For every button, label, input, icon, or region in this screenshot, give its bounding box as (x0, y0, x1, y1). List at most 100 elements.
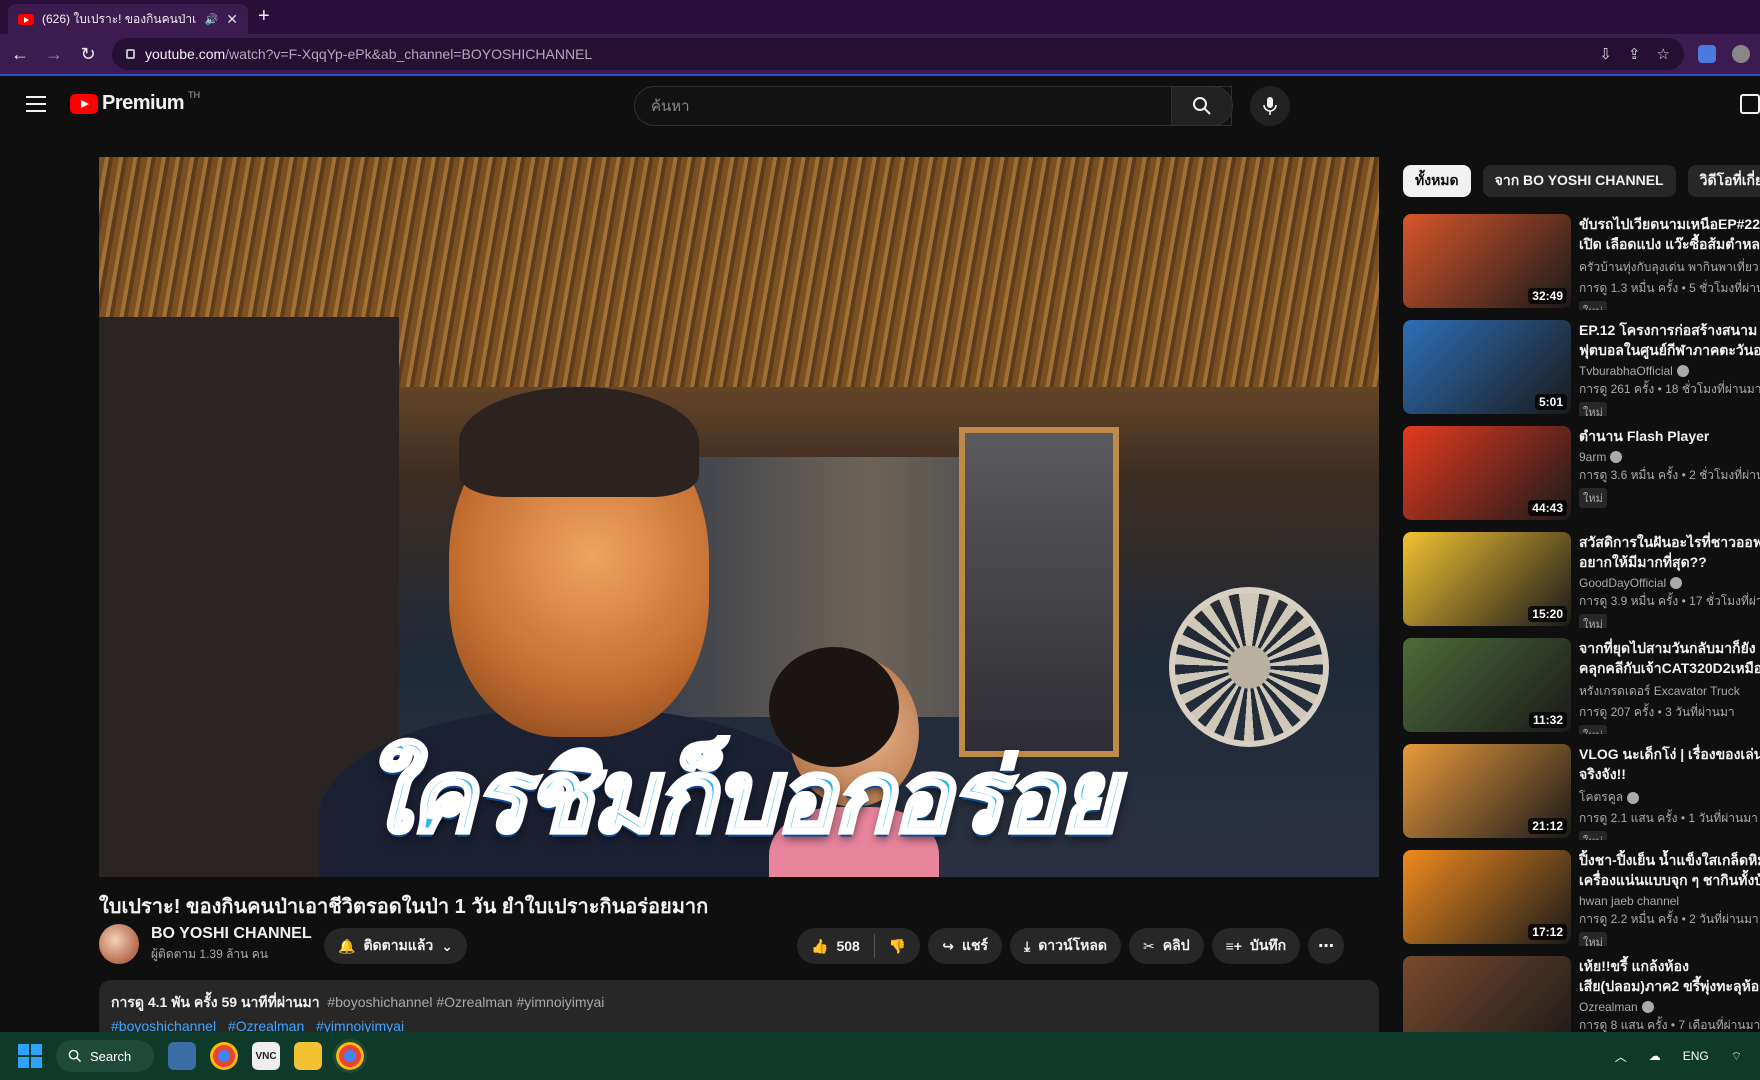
search-icon (68, 1049, 82, 1063)
video-thumbnail[interactable]: 21:12 (1403, 744, 1571, 838)
recommended-video[interactable]: 44:43 ตำนาน Flash Player 9arm การดู 3.6 หมื… (1403, 426, 1760, 522)
profile-icon[interactable] (1732, 45, 1750, 63)
recommended-title-line: ขับรถไปเวียดนามเหนือEP#22 บุก (1579, 216, 1760, 232)
video-duration: 44:43 (1528, 500, 1567, 516)
recommended-title[interactable]: ปิ้งชา-ปิ้งเย็น น้ำแข็งใสเกล็ดหิมะ เครื่อ… (1579, 850, 1760, 890)
install-app-icon[interactable]: ⇩ (1599, 45, 1612, 63)
vnc-icon[interactable]: VNC (252, 1042, 280, 1070)
logo-wordmark: Premium (102, 92, 185, 114)
video-thumbnail[interactable]: 15:20 (1403, 532, 1571, 626)
recommended-video[interactable]: 21:12 VLOG นะเด็กโง่ | เรื่องของเล่น เรื่… (1403, 744, 1760, 840)
recommended-video[interactable]: 32:49 ขับรถไปเวียดนามเหนือEP#22 บุกเปิด เ… (1403, 214, 1760, 310)
save-button[interactable]: ≡+ บันทึก (1211, 928, 1301, 964)
recommended-views: การดู 2.2 หมื่น ครั้ง • 2 วันที่ผ่านมา (1579, 912, 1759, 926)
video-duration: 21:12 (1528, 818, 1567, 834)
new-tab-button[interactable]: + (258, 5, 270, 28)
bookmark-star-icon[interactable]: ☆ (1657, 45, 1670, 63)
dislike-button[interactable]: 👎 (889, 938, 906, 955)
more-actions-button[interactable]: ⋯ (1308, 928, 1345, 964)
youtube-favicon-icon (18, 13, 34, 25)
channel-name[interactable]: BO YOSHI CHANNEL (151, 925, 312, 943)
language-indicator[interactable]: ENG (1683, 1049, 1709, 1063)
video-player[interactable]: ใครชิมก็บอกอร่อย (99, 157, 1379, 877)
wifi-icon[interactable]: ⌔ (1731, 1049, 1742, 1064)
clip-label: คลิป (1162, 937, 1190, 953)
recommended-video[interactable]: 17:12 ปิ้งชา-ปิ้งเย็น น้ำแข็งใสเกล็ดหิมะเ… (1403, 850, 1760, 946)
close-tab-icon[interactable]: ✕ (226, 11, 238, 28)
recommended-channel[interactable]: หรังเกรดเดอร์ Excavator Truck (1579, 682, 1760, 701)
recommended-channel[interactable]: Ozrealman (1579, 1000, 1760, 1014)
like-button[interactable]: 👍 508 (811, 938, 860, 955)
subscriber-count: ผู้ติดตาม 1.39 ล้าน คน (151, 946, 268, 961)
share-icon[interactable]: ⇪ (1628, 45, 1641, 63)
recommended-title[interactable]: จากที่ยุดไปสามวันกลับมาก็ยัง คลุกคลีกับเจ… (1579, 638, 1760, 678)
menu-icon[interactable] (26, 96, 46, 117)
download-button[interactable]: ⤓ ดาวน์โหลด (1010, 928, 1122, 964)
lock-icon[interactable] (126, 49, 135, 59)
video-duration: 11:32 (1528, 712, 1567, 728)
forward-button[interactable]: → (44, 44, 64, 65)
create-icon[interactable] (1740, 94, 1760, 114)
channel-avatar[interactable] (99, 924, 139, 964)
chrome-icon[interactable] (210, 1042, 238, 1070)
recommended-title[interactable]: VLOG นะเด็กโง่ | เรื่องของเล่น เรื่องจริ… (1579, 744, 1760, 784)
chip-related[interactable]: วิดีโอที่เกี่ยวข้อง (1687, 165, 1760, 197)
recommended-channel[interactable]: 9arm (1579, 450, 1760, 464)
recommended-channel[interactable]: TvburabhaOfficial (1579, 364, 1760, 378)
download-label: ดาวน์โหลด (1038, 937, 1108, 953)
recommended-video[interactable]: 5:01 EP.12 โครงการก่อสร้างสนาม ฟุตบอลในศูน… (1403, 320, 1760, 416)
voice-search-button[interactable] (1250, 86, 1290, 126)
video-thumbnail[interactable]: 17:12 (1403, 850, 1571, 944)
clip-button[interactable]: ✂ คลิป (1129, 928, 1204, 964)
file-explorer-icon[interactable] (294, 1042, 322, 1070)
recommended-views: การดู 3.6 หมื่น ครั้ง • 2 ชั่วโมงที่ผ่าน… (1579, 468, 1760, 482)
address-bar[interactable]: youtube.com/watch?v=F-XqqYp-ePk&ab_chann… (112, 38, 1684, 70)
browser-tab[interactable]: (626) ใบเปราะ! ของกินคนป่าเอาชีวิ 🔊 ✕ (8, 4, 248, 34)
recommended-views: การดู 1.3 หมื่น ครั้ง • 5 ชั่วโมงที่ผ่าน… (1579, 281, 1760, 295)
scissors-icon: ✂ (1143, 937, 1155, 954)
chrome-active-icon[interactable] (333, 1039, 367, 1073)
recommended-title[interactable]: ตำนาน Flash Player (1579, 426, 1760, 446)
search-input[interactable] (651, 97, 1231, 115)
recommended-video[interactable]: 11:32 จากที่ยุดไปสามวันกลับมาก็ยัง คลุกคลี… (1403, 638, 1760, 734)
windows-start-icon[interactable] (18, 1044, 42, 1068)
cloud-icon[interactable]: ☁ (1649, 1049, 1661, 1063)
video-thumbnail[interactable]: 5:01 (1403, 320, 1571, 414)
search-button[interactable] (1171, 86, 1233, 126)
share-button[interactable]: ↪ แชร์ (928, 928, 1003, 964)
subscribed-button[interactable]: 🔔 ติดตามแล้ว ⌄ (324, 928, 468, 964)
video-thumbnail[interactable]: 11:32 (1403, 638, 1571, 732)
recommended-channel[interactable]: ครัวบ้านทุ่งกับลุงเด่น พากินพาเที่ยว (1579, 258, 1760, 277)
new-badge: ใหม่ (1579, 614, 1607, 628)
recommended-channel[interactable]: โคตรคูล (1579, 788, 1760, 807)
recommended-video[interactable]: 15:20 สวัสดิการในฝันอะไรที่ชาวออฟฟิศอยากใ… (1403, 532, 1760, 628)
widgets-icon[interactable] (168, 1042, 196, 1070)
chevron-down-icon: ⌄ (441, 937, 454, 954)
recommended-title[interactable]: เห้ย!!ขรี้ แกล้งห้อง เสีย(ปลอม)ภาค2 ขรี้พ… (1579, 956, 1760, 996)
recommended-channel[interactable]: GoodDayOfficial (1579, 576, 1760, 590)
reload-button[interactable]: ↻ (78, 44, 98, 65)
back-button[interactable]: ← (10, 44, 30, 65)
youtube-logo[interactable]: Premium TH (70, 90, 200, 115)
recommended-title-line: เห้ย!!ขรี้ แกล้งห้อง (1579, 958, 1689, 974)
verified-icon (1627, 791, 1640, 804)
chip-all[interactable]: ทั้งหมด (1403, 165, 1471, 197)
recommended-views: การดู 2.1 แสน ครั้ง • 1 วันที่ผ่านมา (1579, 811, 1758, 825)
recommended-title[interactable]: สวัสดิการในฝันอะไรที่ชาวออฟฟิศอยากให้มีม… (1579, 532, 1760, 572)
speaker-icon[interactable]: 🔊 (205, 13, 219, 26)
chevron-up-icon[interactable]: ︿ (1615, 1048, 1627, 1065)
taskbar-search-label: Search (90, 1048, 132, 1064)
video-thumbnail[interactable]: 32:49 (1403, 214, 1571, 308)
video-caption-overlay: ใครชิมก็บอกอร่อย (360, 739, 1120, 855)
chip-from-channel[interactable]: จาก BO YOSHI CHANNEL (1482, 165, 1676, 197)
video-title: ใบเปราะ! ของกินคนป่าเอาชีวิตรอดในป่า 1 ว… (99, 896, 709, 918)
description-box[interactable]: การดู 4.1 พัน ครั้ง 59 นาทีที่ผ่านมา #bo… (99, 980, 1379, 1040)
recommended-channel[interactable]: hwan jaeb channel (1579, 894, 1760, 908)
recommended-title[interactable]: ขับรถไปเวียดนามเหนือEP#22 บุกเปิด เลือดแ… (1579, 214, 1760, 254)
video-thumbnail[interactable]: 44:43 (1403, 426, 1571, 520)
recommended-title[interactable]: EP.12 โครงการก่อสร้างสนาม ฟุตบอลในศูนย์กี… (1579, 320, 1760, 360)
translate-extension-icon[interactable] (1698, 45, 1716, 63)
recommended-channel-name: TvburabhaOfficial (1579, 364, 1673, 378)
more-dots-icon: ⋯ (1318, 938, 1335, 955)
taskbar-search[interactable]: Search (56, 1040, 154, 1072)
